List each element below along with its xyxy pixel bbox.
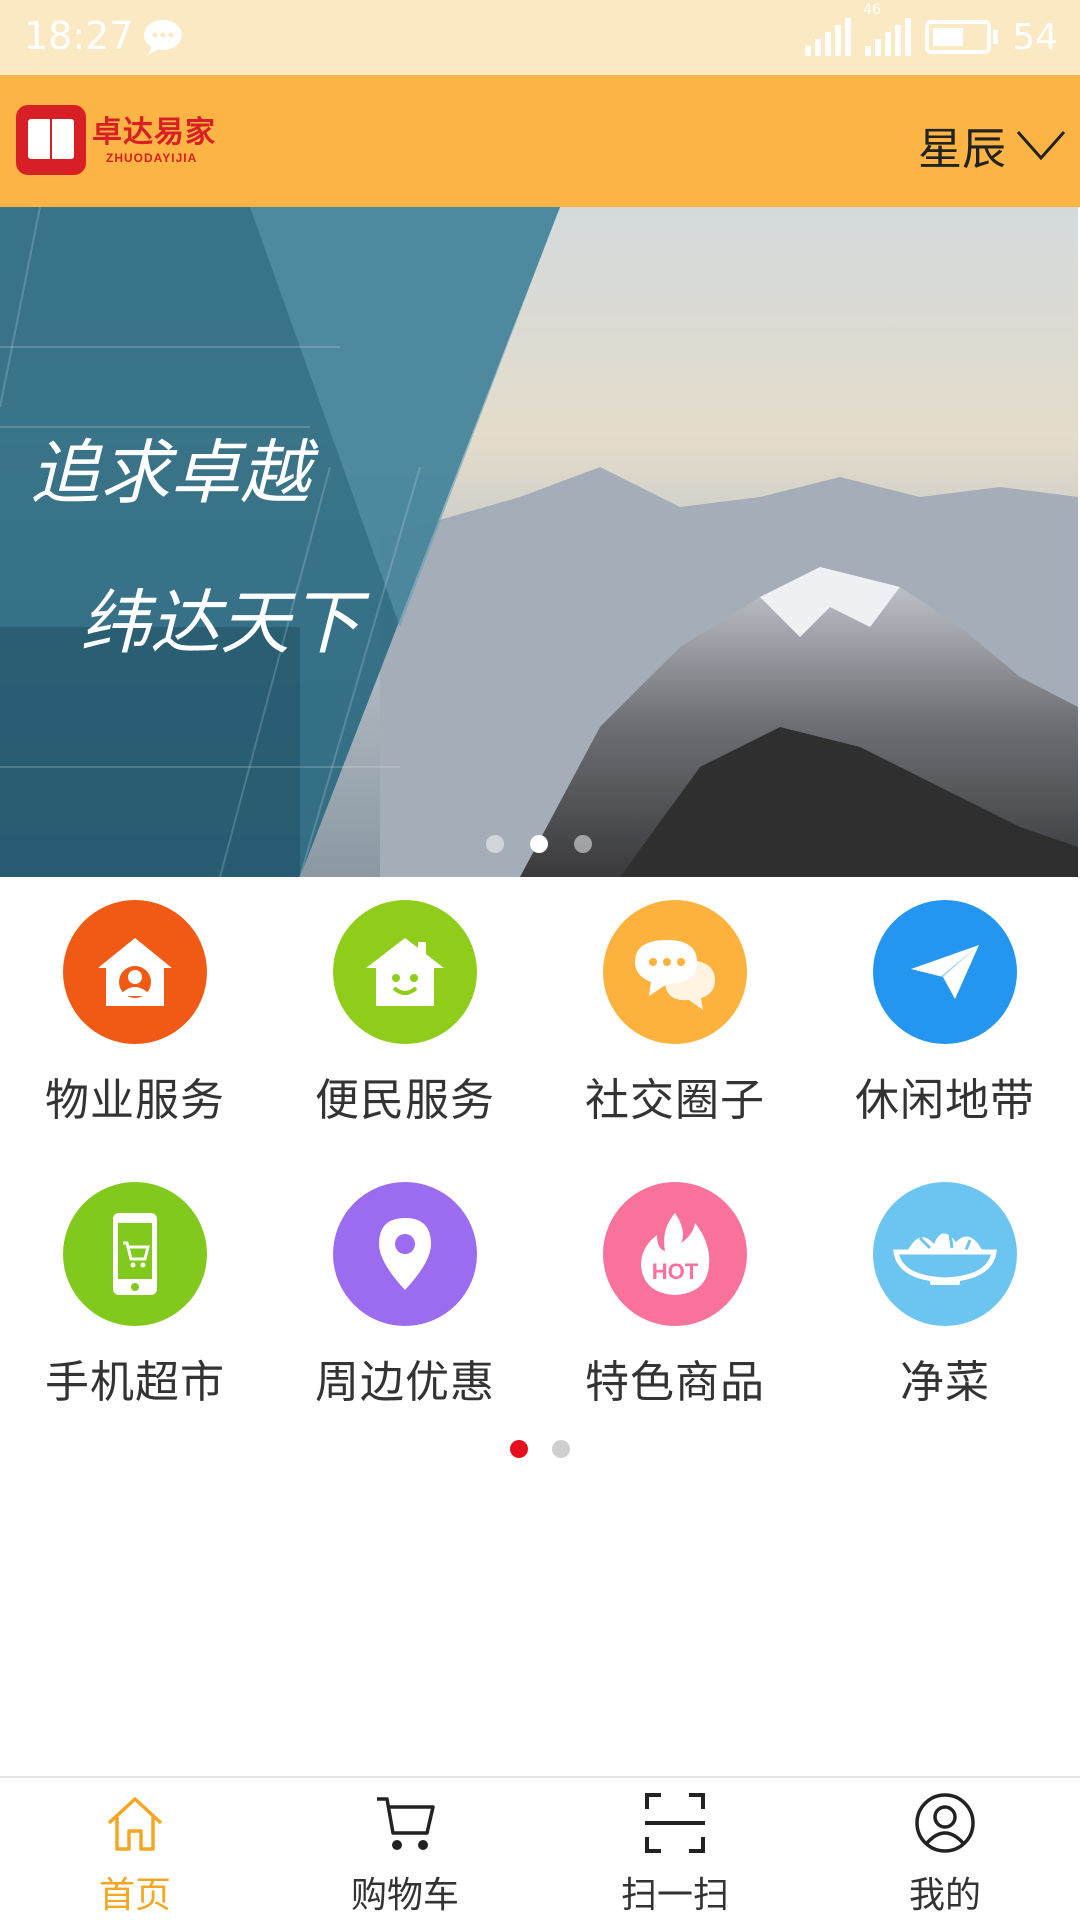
service-label: 手机超市 xyxy=(45,1357,225,1408)
signal-4g-icon: 46 xyxy=(863,2,912,56)
location-pin-icon xyxy=(333,1182,477,1326)
service-label: 周边优惠 xyxy=(315,1357,495,1408)
signal-icon xyxy=(805,18,852,56)
nav-label: 我的 xyxy=(908,1875,981,1916)
smiling-house-icon xyxy=(333,900,477,1044)
status-time: 18:27 xyxy=(24,14,134,58)
paper-plane-icon xyxy=(873,900,1017,1044)
nav-label: 扫一扫 xyxy=(620,1875,729,1916)
service-fresh-vegetables[interactable]: 净菜 xyxy=(810,1182,1080,1410)
battery-tip xyxy=(993,30,999,44)
nav-home[interactable]: 首页 xyxy=(0,1778,270,1920)
banner-dot[interactable] xyxy=(574,835,592,853)
banner-dot-active[interactable] xyxy=(530,835,548,853)
vegetable-bowl-icon xyxy=(873,1182,1017,1326)
nav-cart[interactable]: 购物车 xyxy=(270,1778,540,1920)
service-featured[interactable]: HOT 特色商品 xyxy=(540,1182,810,1410)
battery-level: 54 xyxy=(1012,16,1058,58)
home-icon xyxy=(100,1788,170,1858)
cart-icon xyxy=(370,1788,440,1858)
service-label: 社交圈子 xyxy=(585,1075,765,1126)
hot-flame-icon: HOT xyxy=(603,1182,747,1326)
grid-page-dot-active[interactable] xyxy=(510,1440,528,1458)
service-mobile-market[interactable]: 手机超市 xyxy=(0,1182,270,1410)
service-nearby-deals[interactable]: 周边优惠 xyxy=(270,1182,540,1410)
service-leisure[interactable]: 休闲地带 xyxy=(810,900,1080,1128)
logo-text: 卓达易家 xyxy=(92,115,216,150)
bottom-nav: 首页 购物车 扫一扫 我的 xyxy=(0,1776,1080,1920)
service-label: 物业服务 xyxy=(45,1075,225,1126)
wechat-message-icon xyxy=(144,20,182,55)
status-bar: 18:27 46 54 xyxy=(0,0,1080,75)
banner-carousel[interactable]: 追求卓越 纬达天下 xyxy=(0,207,1078,877)
nav-scan[interactable]: 扫一扫 xyxy=(540,1778,810,1920)
logo-book-icon xyxy=(16,105,86,175)
profile-icon xyxy=(910,1788,980,1858)
chevron-down-icon xyxy=(1016,131,1066,160)
nav-profile[interactable]: 我的 xyxy=(810,1778,1080,1920)
service-label: 净菜 xyxy=(900,1357,990,1408)
banner-pagination[interactable] xyxy=(0,835,1078,853)
grid-page-dot[interactable] xyxy=(552,1440,570,1458)
banner-image: 追求卓越 纬达天下 xyxy=(0,207,1078,877)
service-social[interactable]: 社交圈子 xyxy=(540,900,810,1128)
property-house-icon xyxy=(63,900,207,1044)
phone-cart-icon xyxy=(63,1182,207,1326)
location-label: 星辰 xyxy=(918,124,1006,175)
service-label: 休闲地带 xyxy=(855,1075,1035,1126)
service-label: 特色商品 xyxy=(585,1357,765,1408)
nav-label: 购物车 xyxy=(350,1875,459,1916)
chat-bubbles-icon xyxy=(603,900,747,1044)
banner-slogan-line1: 追求卓越 xyxy=(30,432,319,514)
service-property[interactable]: 物业服务 xyxy=(0,900,270,1128)
battery-icon xyxy=(925,20,992,54)
network-type: 46 xyxy=(863,2,882,18)
services-grid: 物业服务 便民服务 社交圈子 休闲地带 手机超市 周边优惠 HOT 特色商品 净… xyxy=(0,900,1080,1410)
grid-pagination[interactable] xyxy=(0,1440,1080,1458)
app-logo: 卓达易家 ZHUODAYIJIA xyxy=(16,105,216,175)
location-selector[interactable]: 星辰 xyxy=(918,113,1066,177)
status-indicators: 46 54 xyxy=(805,2,1058,62)
service-convenience[interactable]: 便民服务 xyxy=(270,900,540,1128)
app-header: 卓达易家 ZHUODAYIJIA 星辰 xyxy=(0,75,1080,207)
logo-subtext: ZHUODAYIJIA xyxy=(106,151,198,165)
service-label: 便民服务 xyxy=(315,1075,495,1126)
nav-label: 首页 xyxy=(98,1875,171,1916)
banner-dot[interactable] xyxy=(486,835,504,853)
banner-slogan-line2: 纬达天下 xyxy=(80,582,370,664)
scan-icon xyxy=(640,1788,710,1858)
svg-text:HOT: HOT xyxy=(652,1259,699,1284)
